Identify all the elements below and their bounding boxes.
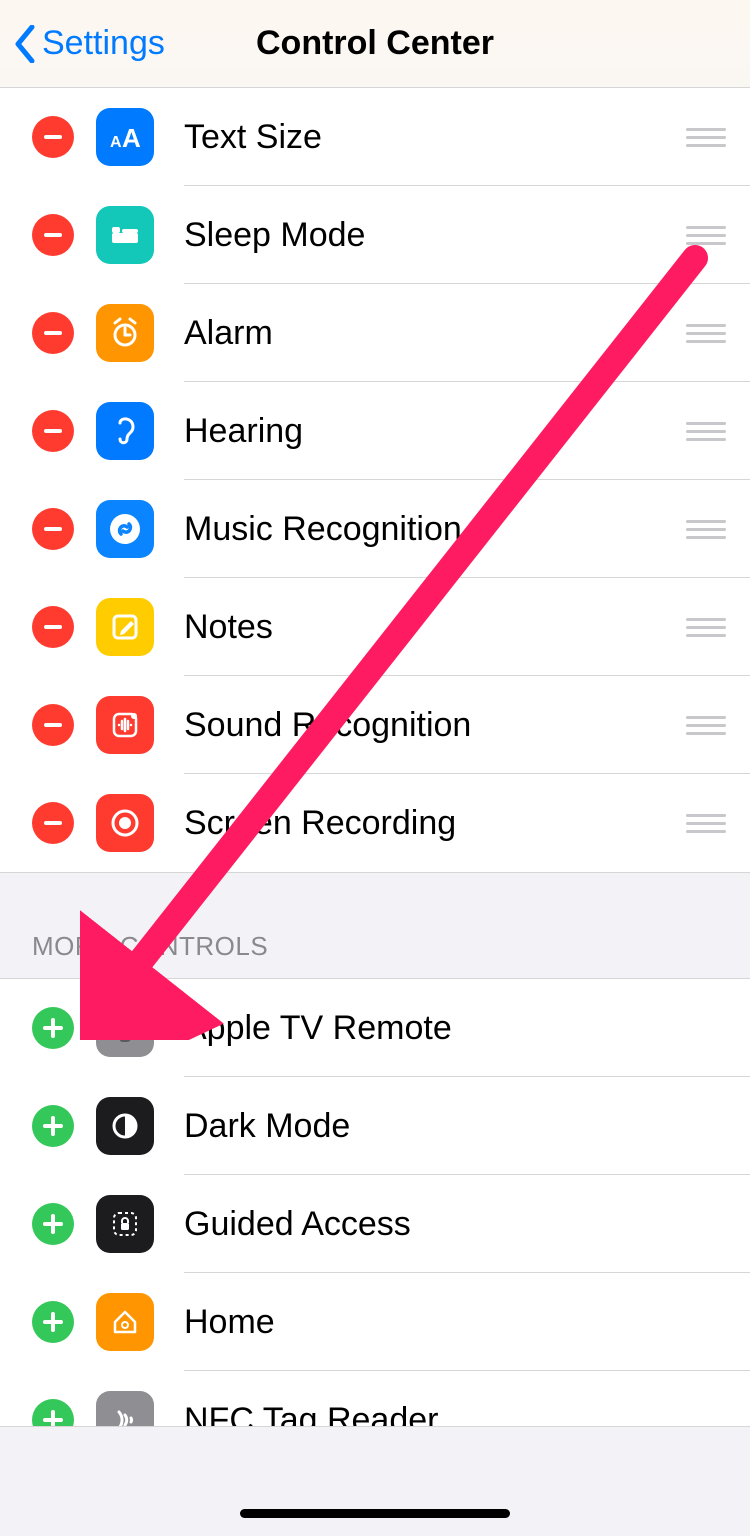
add-button[interactable] bbox=[32, 1203, 74, 1245]
row-guided-access[interactable]: Guided Access bbox=[0, 1175, 750, 1273]
add-button[interactable] bbox=[32, 1301, 74, 1343]
shazam-icon bbox=[96, 500, 154, 558]
back-button[interactable]: Settings bbox=[14, 0, 165, 87]
drag-handle-icon[interactable] bbox=[686, 618, 726, 637]
drag-handle-icon[interactable] bbox=[686, 324, 726, 343]
remove-button[interactable] bbox=[32, 116, 74, 158]
section-header-more-controls: MORE CONTROLS bbox=[0, 873, 750, 978]
row-home[interactable]: Home bbox=[0, 1273, 750, 1371]
drag-handle-icon[interactable] bbox=[686, 226, 726, 245]
row-label: Notes bbox=[184, 608, 686, 647]
row-label: Sound Recognition bbox=[184, 706, 686, 745]
home-indicator[interactable] bbox=[240, 1509, 510, 1518]
svg-text:A: A bbox=[122, 123, 141, 153]
section-gap: MORE CONTROLS bbox=[0, 872, 750, 979]
remove-button[interactable] bbox=[32, 606, 74, 648]
ear-icon bbox=[96, 402, 154, 460]
row-text-size[interactable]: AA Text Size bbox=[0, 88, 750, 186]
remove-button[interactable] bbox=[32, 410, 74, 452]
home-icon bbox=[96, 1293, 154, 1351]
row-label: Screen Recording bbox=[184, 804, 686, 843]
chevron-left-icon bbox=[14, 25, 36, 63]
row-label: Text Size bbox=[184, 118, 686, 157]
page-title: Control Center bbox=[256, 24, 494, 63]
row-label: Apple TV Remote bbox=[184, 1009, 726, 1048]
guided-access-icon bbox=[96, 1195, 154, 1253]
remove-button[interactable] bbox=[32, 214, 74, 256]
row-label: Music Recognition bbox=[184, 510, 686, 549]
row-label: Alarm bbox=[184, 314, 686, 353]
remove-button[interactable] bbox=[32, 508, 74, 550]
row-notes[interactable]: Notes bbox=[0, 578, 750, 676]
bed-icon bbox=[96, 206, 154, 264]
row-alarm[interactable]: Alarm bbox=[0, 284, 750, 382]
included-controls-list: AA Text Size Sleep Mode Alarm Hearing bbox=[0, 88, 750, 872]
svg-text:A: A bbox=[110, 134, 122, 151]
drag-handle-icon[interactable] bbox=[686, 520, 726, 539]
row-apple-tv-remote[interactable]: Apple TV Remote bbox=[0, 979, 750, 1077]
back-label: Settings bbox=[42, 24, 165, 63]
tv-remote-icon bbox=[96, 999, 154, 1057]
notes-icon bbox=[96, 598, 154, 656]
row-label: Dark Mode bbox=[184, 1107, 726, 1146]
drag-handle-icon[interactable] bbox=[686, 422, 726, 441]
record-icon bbox=[96, 794, 154, 852]
row-sleep-mode[interactable]: Sleep Mode bbox=[0, 186, 750, 284]
row-label: Sleep Mode bbox=[184, 216, 686, 255]
header-bar: Settings Control Center bbox=[0, 0, 750, 88]
row-sound-recognition[interactable]: Sound Recognition bbox=[0, 676, 750, 774]
text-size-icon: AA bbox=[96, 108, 154, 166]
row-hearing[interactable]: Hearing bbox=[0, 382, 750, 480]
alarm-icon bbox=[96, 304, 154, 362]
remove-button[interactable] bbox=[32, 802, 74, 844]
row-label: Home bbox=[184, 1303, 726, 1342]
add-button[interactable] bbox=[32, 1007, 74, 1049]
row-label: Guided Access bbox=[184, 1205, 726, 1244]
row-dark-mode[interactable]: Dark Mode bbox=[0, 1077, 750, 1175]
remove-button[interactable] bbox=[32, 704, 74, 746]
sound-recognition-icon bbox=[96, 696, 154, 754]
drag-handle-icon[interactable] bbox=[686, 814, 726, 833]
remove-button[interactable] bbox=[32, 312, 74, 354]
row-music-recognition[interactable]: Music Recognition bbox=[0, 480, 750, 578]
drag-handle-icon[interactable] bbox=[686, 128, 726, 147]
add-button[interactable] bbox=[32, 1105, 74, 1147]
bottom-bar bbox=[0, 1426, 750, 1536]
drag-handle-icon[interactable] bbox=[686, 716, 726, 735]
row-label: Hearing bbox=[184, 412, 686, 451]
row-screen-recording[interactable]: Screen Recording bbox=[0, 774, 750, 872]
dark-mode-icon bbox=[96, 1097, 154, 1155]
